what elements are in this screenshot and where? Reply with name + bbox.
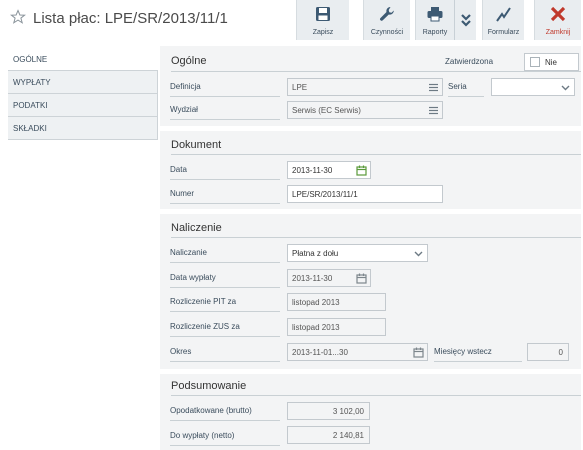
- section-title-podsumowanie: Podsumowanie: [171, 380, 247, 392]
- payment-date-label: Data wypłaty: [170, 273, 280, 288]
- chevron-down-icon: [561, 85, 570, 91]
- section-title-naliczenie: Naliczenie: [171, 222, 222, 234]
- calendar-icon[interactable]: [413, 347, 424, 358]
- gross-label: Opodatkowane (brutto): [170, 406, 280, 421]
- wrench-icon: [380, 6, 394, 21]
- gross-value: 3 102,00: [287, 402, 370, 420]
- months-back-label: Miesięcy wstecz: [434, 347, 522, 362]
- calculation-value: Płatna z dołu: [292, 249, 339, 258]
- star-icon[interactable]: [10, 9, 26, 25]
- net-value: 2 140,81: [287, 426, 370, 444]
- list-icon[interactable]: [428, 105, 439, 116]
- chevron-down-icon: [414, 251, 423, 257]
- definition-field[interactable]: LPE: [287, 78, 443, 96]
- department-field[interactable]: Serwis (EC Serwis): [287, 101, 443, 119]
- form-button[interactable]: Formularz: [482, 0, 524, 40]
- save-label: Zapisz: [312, 29, 334, 36]
- pit-settlement-field: listopad 2013: [287, 293, 386, 311]
- calendar-icon[interactable]: [356, 165, 367, 176]
- reports-button[interactable]: Raporty: [415, 0, 454, 40]
- calculation-label: Naliczanie: [170, 248, 280, 263]
- actions-button[interactable]: Czynności: [363, 0, 410, 40]
- approved-label: Zatwierdzona: [445, 57, 494, 66]
- form-label: Formularz: [487, 29, 520, 36]
- payment-date-value: 2013-11-30: [292, 274, 333, 283]
- net-label: Do wypłaty (netto): [170, 431, 280, 446]
- nav-item-skladki[interactable]: SKŁADKI: [8, 117, 158, 140]
- series-select[interactable]: [491, 78, 575, 96]
- lightning-icon: [495, 7, 511, 22]
- number-input[interactable]: LPE/SR/2013/11/1: [287, 185, 443, 203]
- zus-settlement-label: Rozliczenie ZUS za: [170, 322, 280, 337]
- page-title: Lista płac: LPE/SR/2013/11/1: [33, 10, 228, 27]
- series-label: Seria: [448, 82, 484, 97]
- department-label: Wydział: [170, 105, 280, 120]
- date-value: 2013-11-30: [292, 166, 333, 175]
- section-ogolne: Ogólne Zatwierdzona Nie Definicja LPE Se…: [160, 46, 581, 126]
- printer-icon: [427, 7, 443, 22]
- divider: [171, 154, 581, 155]
- zus-settlement-field: listopad 2013: [287, 318, 386, 336]
- calendar-icon[interactable]: [356, 273, 367, 284]
- nav-item-wyplaty[interactable]: WYPŁATY: [8, 71, 158, 94]
- approved-value: Nie: [545, 58, 558, 67]
- section-title-ogolne: Ogólne: [171, 55, 207, 67]
- divider: [171, 237, 581, 238]
- section-title-dokument: Dokument: [171, 139, 222, 151]
- section-dokument: Dokument Data 2013-11-30 Numer LPE/SR/20…: [160, 131, 581, 209]
- months-back-field: 0: [527, 343, 569, 361]
- period-label: Okres: [170, 347, 280, 362]
- calculation-select[interactable]: Płatna z dołu: [287, 244, 428, 262]
- pit-settlement-label: Rozliczenie PIT za: [170, 297, 280, 312]
- date-label: Data: [170, 165, 280, 180]
- floppy-disk-icon: [316, 7, 330, 21]
- divider: [171, 395, 581, 396]
- list-icon[interactable]: [428, 82, 439, 93]
- actions-label: Czynności: [370, 29, 404, 36]
- definition-value: LPE: [292, 83, 308, 92]
- period-field[interactable]: 2013-11-01...30: [287, 343, 428, 361]
- nav-item-ogolne[interactable]: OGÓLNE: [8, 48, 158, 71]
- divider: [171, 71, 581, 72]
- approved-checkbox[interactable]: [530, 57, 540, 67]
- period-value: 2013-11-01...30: [292, 348, 348, 357]
- approved-field[interactable]: Nie: [524, 53, 579, 71]
- title-bar: Lista płac: LPE/SR/2013/11/1 Zapisz Czyn…: [0, 0, 583, 40]
- close-label: Zamknij: [545, 29, 571, 36]
- definition-label: Definicja: [170, 82, 280, 97]
- save-button[interactable]: Zapisz: [296, 0, 349, 40]
- close-button[interactable]: Zamknij: [534, 0, 581, 40]
- more-actions-button[interactable]: [454, 0, 476, 40]
- date-field[interactable]: 2013-11-30: [287, 161, 371, 179]
- department-value: Serwis (EC Serwis): [292, 106, 361, 115]
- nav-item-podatki[interactable]: PODATKI: [8, 94, 158, 117]
- section-naliczenie: Naliczenie Naliczanie Płatna z dołu Data…: [160, 214, 581, 369]
- section-podsumowanie: Podsumowanie Opodatkowane (brutto) 3 102…: [160, 374, 581, 450]
- number-label: Numer: [170, 189, 280, 204]
- double-chevron-down-icon: [461, 14, 471, 27]
- section-nav: OGÓLNE WYPŁATY PODATKI SKŁADKI: [8, 48, 158, 140]
- close-icon: [550, 6, 566, 22]
- reports-label: Raporty: [422, 29, 448, 36]
- payment-date-field[interactable]: 2013-11-30: [287, 269, 371, 287]
